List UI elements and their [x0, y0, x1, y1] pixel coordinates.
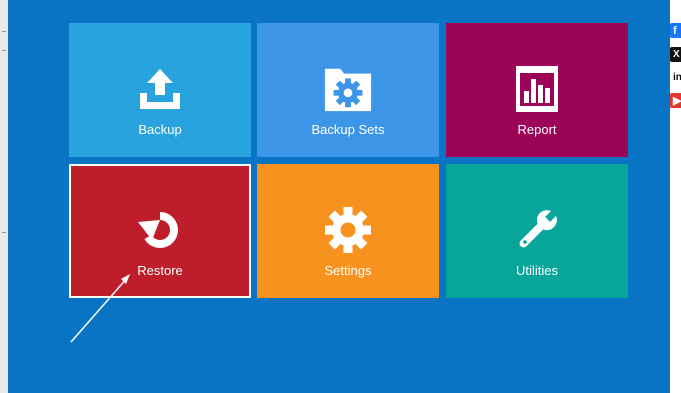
backup-sets-tile[interactable]: Backup Sets	[257, 23, 439, 157]
facebook-glyph: f	[673, 24, 677, 37]
x-glyph: X	[673, 49, 680, 60]
restore-tile[interactable]: Restore	[69, 164, 251, 298]
linkedin-glyph: in	[673, 72, 681, 83]
restore-label: Restore	[137, 263, 183, 278]
report-label: Report	[517, 122, 557, 137]
report-tile[interactable]: Report	[446, 23, 628, 157]
upload-icon	[135, 64, 185, 114]
main-menu-panel: Backup Backup Sets Report Restore Settin…	[8, 0, 670, 393]
utilities-label: Utilities	[516, 263, 558, 278]
backup-sets-label: Backup Sets	[311, 122, 385, 137]
x-icon[interactable]: X	[670, 47, 681, 62]
backup-tile[interactable]: Backup	[69, 23, 251, 157]
social-share-bar: f X in ▶	[670, 0, 681, 393]
backup-label: Backup	[138, 122, 182, 137]
utilities-tile[interactable]: Utilities	[446, 164, 628, 298]
frame-mark	[2, 50, 6, 51]
settings-tile[interactable]: Settings	[257, 164, 439, 298]
youtube-glyph: ▶	[673, 95, 681, 107]
youtube-icon[interactable]: ▶	[670, 93, 681, 108]
frame-mark	[2, 31, 6, 32]
restore-icon	[135, 205, 185, 255]
gear-icon	[323, 205, 373, 255]
facebook-icon[interactable]: f	[670, 23, 681, 38]
settings-label: Settings	[324, 263, 372, 278]
folder-gear-icon	[323, 64, 373, 114]
wrench-icon	[512, 205, 562, 255]
bar-chart-icon	[512, 64, 562, 114]
window-frame-left	[0, 0, 8, 393]
frame-mark	[2, 232, 6, 233]
linkedin-icon[interactable]: in	[670, 70, 681, 85]
